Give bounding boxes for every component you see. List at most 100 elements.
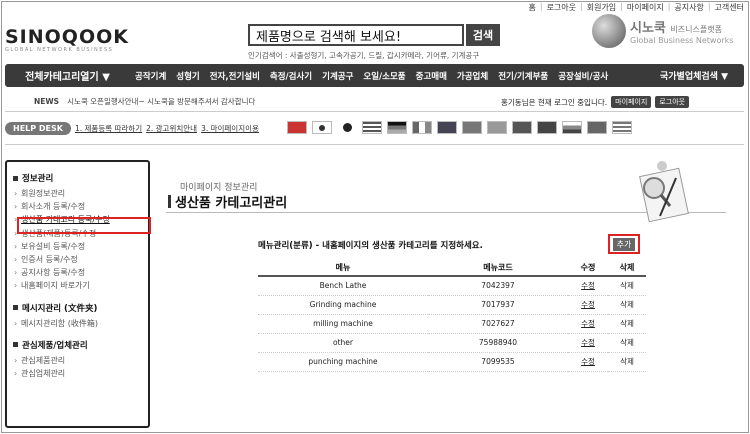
support-link[interactable]: 고객센터 — [715, 2, 744, 13]
main-nav: 전체카테고리열기 ▼ 공작기계 성형기 전자,전기설비 측정/검사기 기계공구 … — [5, 64, 744, 87]
edit-link[interactable]: 수정 — [568, 295, 608, 315]
notice-link[interactable]: 공지사항 — [674, 2, 703, 13]
add-button[interactable]: 추가 — [612, 237, 636, 251]
sidebar-section-title: 메시지관리 (文件夹) — [13, 302, 142, 314]
category-table: 메뉴 메뉴코드 수정 삭제 Bench Lathe 7042397 수정 삭제 … — [258, 260, 646, 372]
sidebar-item[interactable]: 회사소개 등록/수정 — [13, 200, 142, 213]
sidebar-item[interactable]: 관심업체관리 — [13, 367, 142, 380]
nav-item[interactable]: 측정/검사기 — [265, 70, 317, 82]
logout-button[interactable]: 로그아웃 — [655, 96, 690, 108]
flag-br-icon[interactable] — [587, 121, 607, 134]
code-cell: 75988940 — [428, 333, 568, 353]
mypage-link[interactable]: 마이페이지 — [627, 2, 664, 13]
nav-item[interactable]: 중고매매 — [411, 70, 452, 82]
table-row: Grinding machine 7017937 수정 삭제 — [258, 295, 646, 315]
login-status: 홍기동님은 현재 로그인 중입니다. 마이페이지 로그아웃 — [501, 96, 690, 108]
signup-link[interactable]: 회원가입 — [587, 2, 616, 13]
flag-cn-icon[interactable] — [287, 121, 307, 134]
column-header: 메뉴코드 — [428, 260, 568, 277]
news-text[interactable]: 시노쿡 오픈일행사안내~ 시노쿡을 방문해주셔서 감사합니다 — [67, 97, 255, 106]
help-step-link[interactable]: 2. 광고위치안내 — [146, 123, 197, 134]
flag-de-icon[interactable] — [387, 121, 407, 134]
delete-link[interactable]: 삭제 — [608, 295, 646, 315]
nav-item[interactable]: 가공업체 — [452, 70, 493, 82]
nav-item[interactable]: 전기/기계부품 — [493, 70, 553, 82]
table-row: other 75988940 수정 삭제 — [258, 333, 646, 353]
sidebar-item[interactable]: 회원정보관리 — [13, 187, 142, 200]
logo-tagline: GLOBAL NETWORK BUSINESS — [5, 47, 114, 53]
flag-us-icon[interactable] — [362, 121, 382, 134]
login-text: 홍기동님은 현재 로그인 중입니다. — [501, 97, 608, 107]
all-categories-button[interactable]: 전체카테고리열기 ▼ — [5, 68, 130, 83]
search-input[interactable]: 제품명으로 검색해 보세요! — [248, 24, 464, 46]
sidebar-item[interactable]: 메시지관리함 (收件箱) — [13, 317, 142, 330]
edit-link[interactable]: 수정 — [568, 333, 608, 353]
site-logo[interactable]: SINOQOOK GLOBAL NETWORK BUSINESS — [5, 26, 129, 53]
flag-kr-icon[interactable] — [312, 121, 332, 134]
flag-ru-icon[interactable] — [562, 121, 582, 134]
sidebar-section-title: 정보관리 — [13, 172, 142, 184]
column-header: 수정 — [568, 260, 608, 277]
sidebar-item[interactable]: 관심제품관리 — [13, 354, 142, 367]
nav-item[interactable]: 성형기 — [171, 70, 204, 82]
divider — [5, 111, 744, 112]
flag-it-icon[interactable] — [412, 121, 432, 134]
add-button-highlight: 추가 — [608, 234, 640, 254]
flag-hk-icon[interactable] — [462, 121, 482, 134]
home-link[interactable]: 홈 — [528, 2, 535, 13]
sidebar: 정보관리 회원정보관리 회사소개 등록/수정 생산품 카테고리 등록/수정 생산… — [5, 160, 151, 428]
delete-link[interactable]: 삭제 — [608, 314, 646, 334]
news-ticker: NEWS 시노쿡 오픈일행사안내~ 시노쿡을 방문해주셔서 감사합니다 — [34, 96, 255, 107]
nav-item[interactable]: 기계공구 — [317, 70, 358, 82]
edit-link[interactable]: 수정 — [568, 352, 608, 372]
column-header: 메뉴 — [258, 260, 428, 277]
table-row: Bench Lathe 7042397 수정 삭제 — [258, 276, 646, 296]
divider — [5, 144, 744, 145]
help-desk-badge: HELP DESK — [5, 122, 71, 135]
column-header: 삭제 — [608, 260, 646, 277]
search-button[interactable]: 검색 — [466, 24, 500, 46]
news-label: NEWS — [34, 97, 60, 106]
sidebar-item[interactable]: 보유설비 등록/수정 — [13, 240, 142, 253]
logout-link[interactable]: 로그아웃 — [547, 2, 576, 13]
flag-tw-icon[interactable] — [512, 121, 532, 134]
delete-link[interactable]: 삭제 — [608, 352, 646, 372]
code-cell: 7099535 — [428, 352, 568, 372]
delete-link[interactable]: 삭제 — [608, 276, 646, 296]
brand-block: 시노쿡 비즈니스플랫폼 Global Business Networks — [592, 14, 733, 48]
edit-link[interactable]: 수정 — [568, 314, 608, 334]
sidebar-section-title: 관심제품/업체관리 — [13, 339, 142, 351]
flag-uk-icon[interactable] — [437, 121, 457, 134]
flag-sg-icon[interactable] — [537, 121, 557, 134]
code-cell: 7017937 — [428, 295, 568, 315]
delete-link[interactable]: 삭제 — [608, 333, 646, 353]
popular-keywords: 인기검색어 : 사출성형기, 고속가공기, 드릴, 갑시카메라, 기어류, 기계… — [248, 51, 480, 60]
brand-english: Global Business Networks — [630, 36, 734, 45]
help-step-link[interactable]: 1. 제품등록 따라하기 — [75, 123, 142, 134]
help-desk: HELP DESK 1. 제품등록 따라하기 2. 광고위치안내 3. 마이페이… — [5, 122, 259, 135]
help-step-link[interactable]: 3. 마이페이지이용 — [201, 123, 259, 134]
mypage-button[interactable]: 마이페이지 — [611, 96, 652, 108]
highlight-box — [17, 217, 151, 234]
search-bar: 제품명으로 검색해 보세요! 검색 — [248, 24, 500, 46]
table-row: punching machine 7099535 수정 삭제 — [258, 352, 646, 372]
nav-item[interactable]: 공장설비/공사 — [553, 70, 613, 82]
flag-gr-icon[interactable] — [612, 121, 632, 134]
menu-cell: other — [258, 333, 428, 353]
flag-in-icon[interactable] — [487, 121, 507, 134]
nav-item[interactable]: 전자,전기설비 — [205, 70, 265, 82]
brand-korean: 시노쿡 — [630, 21, 666, 36]
table-row: milling machine 7027627 수정 삭제 — [258, 314, 646, 334]
menu-cell: milling machine — [258, 314, 428, 334]
sidebar-item[interactable]: 인증서 등록/수정 — [13, 253, 142, 266]
sidebar-item[interactable]: 공지사항 등록/수정 — [13, 266, 142, 279]
sidebar-item[interactable]: 내홈페이지 바로가기 — [13, 279, 142, 292]
util-links: 홈 | 로그아웃 | 회원가입 | 마이페이지 | 공지사항 | 고객센터 — [528, 2, 744, 13]
country-flags — [287, 121, 632, 134]
edit-link[interactable]: 수정 — [568, 276, 608, 296]
page-title: 생산품 카테고리관리 — [168, 192, 287, 211]
nav-item[interactable]: 오일/소모품 — [358, 70, 410, 82]
country-search-button[interactable]: 국가별업체검색 ▼ — [644, 69, 744, 82]
flag-jp-icon[interactable] — [337, 121, 357, 134]
nav-item[interactable]: 공작기계 — [130, 70, 171, 82]
